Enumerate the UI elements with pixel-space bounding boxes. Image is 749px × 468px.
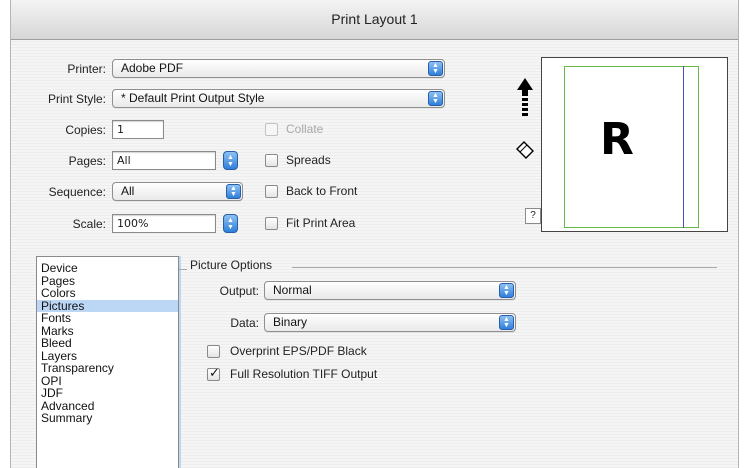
output-label: Output: [219,284,259,298]
sidebar-item-device[interactable]: Device [37,262,178,275]
sidebar-item-bleed[interactable]: Bleed [37,337,178,350]
section-divider [292,267,717,268]
print-dialog-window: Print Layout 1 Printer: Adobe PDF ▲ ▼ Pri… [10,0,739,468]
printer-popup[interactable]: Adobe PDF ▲ ▼ [112,59,445,78]
pages-input[interactable]: All [112,151,216,170]
section-divider [179,269,187,270]
scale-stepper[interactable]: ▲ ▼ [223,214,238,233]
printer-label: Printer: [67,62,106,76]
window-title: Print Layout 1 [11,0,738,40]
fit-print-area-checkbox[interactable] [265,217,278,230]
popup-arrows-icon: ▲ ▼ [428,91,443,106]
sequence-label: Sequence: [48,185,106,199]
data-label: Data: [230,316,259,330]
output-popup[interactable]: Normal ▲ ▼ [264,281,516,300]
popup-arrows-icon: ▲ ▼ [499,315,514,330]
picture-options-title: Picture Options [190,258,273,272]
spreads-label: Spreads [286,153,331,167]
sequence-popup[interactable]: All ▲ ▼ [112,182,243,201]
print-style-value: * Default Print Output Style [121,91,265,105]
page-preview: R [541,57,728,232]
full-res-tiff-checkbox[interactable]: ✓ [207,365,220,381]
sequence-value: All [121,184,135,198]
collate-label: Collate [286,122,324,136]
sidebar-item-transparency[interactable]: Transparency [37,362,178,375]
spreads-checkbox[interactable] [265,154,278,167]
back-to-front-checkbox[interactable] [265,185,278,198]
popup-arrows-icon: ▲ ▼ [499,283,514,298]
overprint-label: Overprint EPS/PDF Black [230,344,367,358]
flip-page-icon[interactable] [514,139,536,161]
back-to-front-label: Back to Front [286,184,358,198]
pages-stepper[interactable]: ▲ ▼ [223,151,238,170]
copies-label: Copies: [65,123,106,137]
checkmark-icon: ✓ [209,365,220,380]
popup-arrows-icon: ▲ ▼ [226,184,241,199]
feed-direction-arrow-icon [517,78,533,116]
printer-value: Adobe PDF [121,61,184,75]
data-value: Binary [273,315,308,329]
popup-arrows-icon: ▲ ▼ [428,61,443,76]
full-res-tiff-label: Full Resolution TIFF Output [230,367,378,381]
pages-label: Pages: [68,154,106,168]
data-popup[interactable]: Binary ▲ ▼ [264,313,516,332]
fit-print-area-label: Fit Print Area [286,216,356,230]
settings-category-list[interactable]: Device Pages Colors Pictures Fonts Marks Bleed… [36,256,179,468]
sidebar-item-fonts[interactable]: Fonts [37,312,178,325]
scale-input[interactable]: 100% [112,214,216,233]
preview-letter: R [600,114,634,165]
print-style-label: Print Style: [47,92,106,106]
sidebar-item-jdf[interactable]: JDF [37,387,178,400]
sidebar-item-colors[interactable]: Colors [37,287,178,300]
output-value: Normal [273,283,312,297]
print-style-popup[interactable]: * Default Print Output Style ▲ ▼ [112,89,445,108]
help-button[interactable]: ? [525,208,541,224]
collate-checkbox[interactable] [265,123,278,136]
overprint-checkbox[interactable] [207,345,220,358]
copies-input[interactable]: 1 [112,120,164,139]
sidebar-item-summary[interactable]: Summary [37,412,178,425]
preview-margin-line [683,66,684,228]
scale-label: Scale: [72,217,106,231]
